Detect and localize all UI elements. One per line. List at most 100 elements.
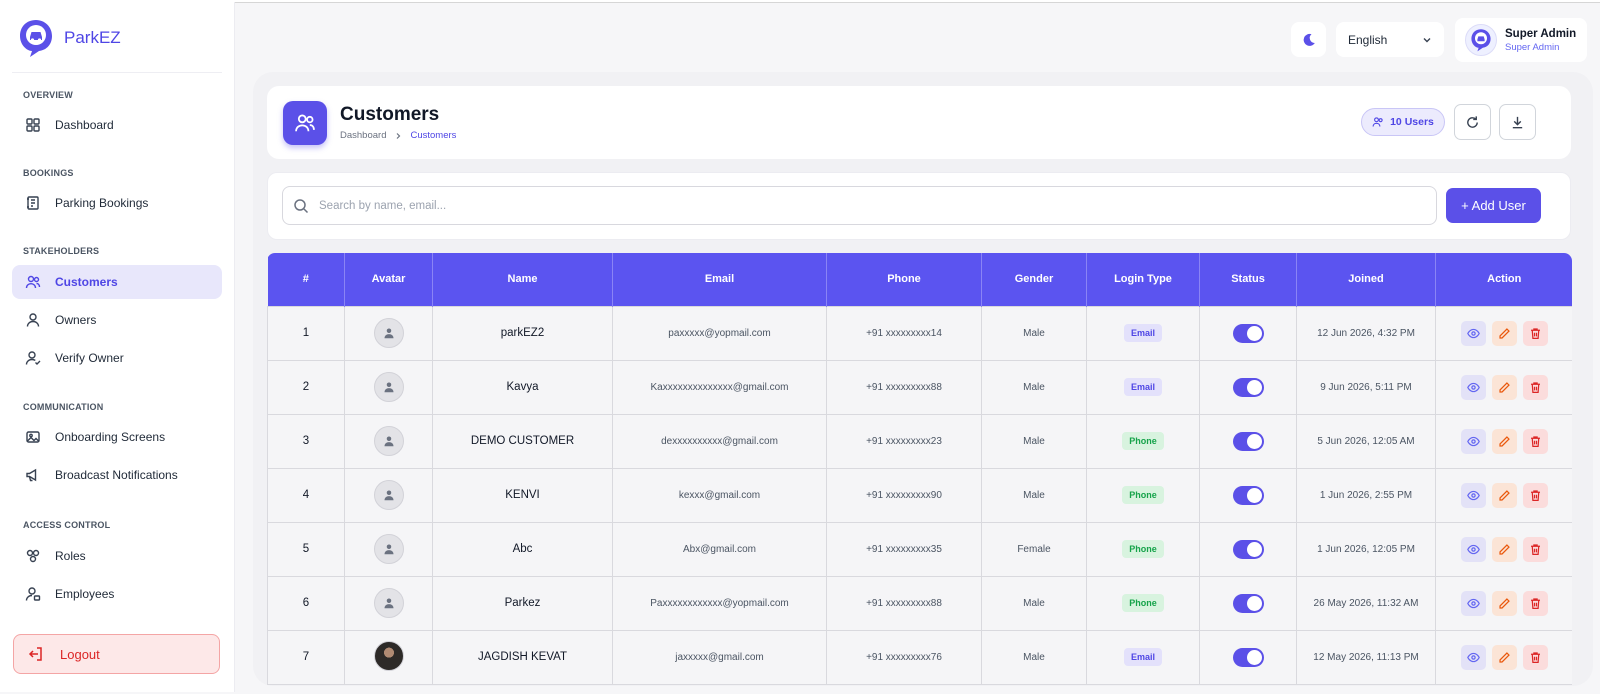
logout-icon <box>28 647 42 661</box>
table-row[interactable]: 3 DEMO CUSTOMER dexxxxxxxxxx@gmail.com +91 … <box>267 413 1572 469</box>
customer-email: Kaxxxxxxxxxxxxxx@gmail.com <box>612 359 827 415</box>
edit-button[interactable] <box>1491 428 1517 454</box>
customer-name: Parkez <box>432 575 613 631</box>
sidebar-item-customers[interactable]: Customers <box>12 265 222 299</box>
trash-icon <box>1530 327 1540 339</box>
status-toggle[interactable] <box>1232 539 1264 559</box>
status-toggle[interactable] <box>1232 647 1264 667</box>
table-row[interactable]: 4 KENVI kexxx@gmail.com +91 xxxxxxxxx90 Male… <box>267 467 1572 523</box>
eye-icon <box>1466 328 1480 338</box>
status-toggle[interactable] <box>1232 485 1264 505</box>
table-row[interactable]: 1 parkEZ2 paxxxxx@yopmail.com +91 xxxxxxxxx… <box>267 305 1572 361</box>
status-cell <box>1199 521 1297 577</box>
sidebar-item-label: Owners <box>55 313 97 327</box>
sidebar-item-onboarding-screens[interactable]: Onboarding Screens <box>12 420 222 454</box>
page-title: Customers <box>340 104 440 125</box>
view-button[interactable] <box>1460 374 1486 400</box>
logout-button[interactable]: Logout <box>13 634 220 674</box>
eye-icon <box>1466 652 1480 662</box>
table-row[interactable]: 6 Parkez Paxxxxxxxxxxxx@yopmail.com +91 xxx… <box>267 575 1572 631</box>
delete-button[interactable] <box>1522 320 1548 346</box>
pencil-icon <box>1498 327 1510 339</box>
add-user-button[interactable]: + Add User <box>1446 188 1541 223</box>
table-row[interactable]: 7 JAGDISH KEVAT jaxxxxx@gmail.com +91 xxxxx… <box>267 629 1572 685</box>
column-header: Email <box>612 253 827 306</box>
megaphone-icon <box>26 468 37 482</box>
divider <box>12 72 222 73</box>
language-select[interactable]: English <box>1336 22 1444 57</box>
delete-button[interactable] <box>1522 590 1548 616</box>
moon-icon <box>1303 33 1315 46</box>
table-row[interactable]: 5 Abc Abx@gmail.com +91 xxxxxxxxx35 Female Ph… <box>267 521 1572 577</box>
search-icon <box>294 198 309 213</box>
view-button[interactable] <box>1460 644 1486 670</box>
refresh-button[interactable] <box>1454 104 1491 140</box>
avatar <box>373 588 404 618</box>
table-row[interactable]: 2 Kavya Kaxxxxxxxxxxxxxx@gmail.com +91 xxxx… <box>267 359 1572 415</box>
sidebar-item-verify-owner[interactable]: Verify Owner <box>12 341 222 375</box>
brand-name: ParkEZ <box>64 28 121 47</box>
action-cell <box>1435 575 1572 631</box>
search-box[interactable] <box>282 186 1437 225</box>
status-toggle[interactable] <box>1232 593 1264 613</box>
delete-button[interactable] <box>1522 482 1548 508</box>
search-input[interactable] <box>319 199 1319 212</box>
avatar <box>373 318 404 348</box>
customer-gender: Male <box>981 629 1087 685</box>
customer-email: kexxx@gmail.com <box>612 467 827 523</box>
status-toggle[interactable] <box>1232 323 1264 343</box>
delete-button[interactable] <box>1522 428 1548 454</box>
booking-icon <box>27 196 39 210</box>
customer-email: Paxxxxxxxxxxxx@yopmail.com <box>612 575 827 631</box>
view-button[interactable] <box>1460 536 1486 562</box>
theme-toggle-button[interactable] <box>1291 22 1326 57</box>
trash-icon <box>1530 435 1540 447</box>
sidebar-item-employees[interactable]: Employees <box>12 577 222 611</box>
sidebar-item-label: Broadcast Notifications <box>55 468 178 482</box>
avatar <box>373 640 404 671</box>
view-button[interactable] <box>1460 320 1486 346</box>
sidebar-item-dashboard[interactable]: Dashboard <box>12 108 222 142</box>
main-panel: Customers Dashboard Customers 10 Users +… <box>253 72 1593 686</box>
view-button[interactable] <box>1460 428 1486 454</box>
avatar-cell <box>344 359 433 415</box>
status-toggle[interactable] <box>1232 431 1264 451</box>
users-count: 10 Users <box>1390 116 1434 128</box>
user-profile-menu[interactable]: Super Admin Super Admin <box>1455 18 1587 62</box>
row-number: 4 <box>267 467 345 523</box>
status-cell <box>1199 575 1297 631</box>
delete-button[interactable] <box>1522 374 1548 400</box>
breadcrumb-dashboard[interactable]: Dashboard <box>340 130 386 141</box>
edit-button[interactable] <box>1491 644 1517 670</box>
delete-button[interactable] <box>1522 644 1548 670</box>
parkez-logo-icon <box>1471 29 1491 52</box>
user-placeholder-icon <box>384 328 393 339</box>
sidebar-item-roles[interactable]: Roles <box>12 539 222 573</box>
sidebar-item-owners[interactable]: Owners <box>12 303 222 337</box>
status-toggle[interactable] <box>1232 377 1264 397</box>
login-type-badge: Phone <box>1122 486 1164 504</box>
sidebar-item-label: Parking Bookings <box>55 196 149 210</box>
login-type-badge: Email <box>1123 324 1162 342</box>
status-cell <box>1199 467 1297 523</box>
customer-phone: +91 xxxxxxxxx88 <box>826 359 982 415</box>
action-cell <box>1435 305 1572 361</box>
sidebar-item-broadcast-notifications[interactable]: Broadcast Notifications <box>12 458 222 492</box>
edit-button[interactable] <box>1491 320 1517 346</box>
edit-button[interactable] <box>1491 590 1517 616</box>
edit-button[interactable] <box>1491 374 1517 400</box>
trash-icon <box>1530 597 1540 609</box>
view-button[interactable] <box>1460 590 1486 616</box>
edit-button[interactable] <box>1491 536 1517 562</box>
delete-button[interactable] <box>1522 536 1548 562</box>
sidebar-item-parking-bookings[interactable]: Parking Bookings <box>12 186 222 220</box>
pencil-icon <box>1498 381 1510 393</box>
brand-logo[interactable]: ParkEZ <box>18 18 121 58</box>
joined-date: 26 May 2026, 11:32 AM <box>1296 575 1436 631</box>
customer-phone: +91 xxxxxxxxx90 <box>826 467 982 523</box>
edit-button[interactable] <box>1491 482 1517 508</box>
download-button[interactable] <box>1499 104 1536 140</box>
column-header: Avatar <box>344 253 433 306</box>
view-button[interactable] <box>1460 482 1486 508</box>
customer-email: paxxxxx@yopmail.com <box>612 305 827 361</box>
